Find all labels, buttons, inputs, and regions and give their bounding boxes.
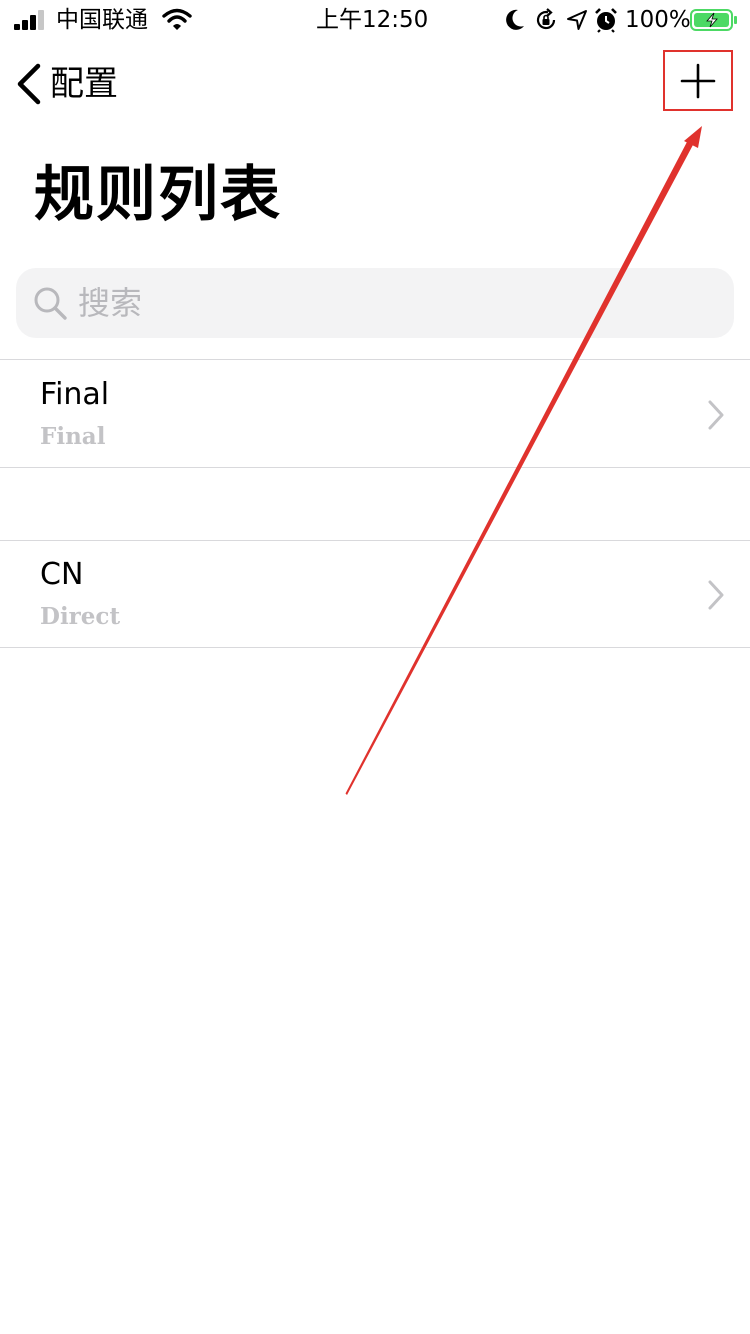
carrier-name: 中国联通 <box>56 7 148 33</box>
rule-name: CN <box>40 557 84 592</box>
page-title: 规则列表 <box>34 160 282 230</box>
list-divider <box>0 467 750 468</box>
plus-icon <box>680 63 716 98</box>
list-divider <box>0 359 750 360</box>
rule-row-cn[interactable]: CN Direct <box>0 541 750 647</box>
list-divider <box>0 647 750 648</box>
wifi-icon <box>162 8 192 30</box>
signal-icon <box>14 10 44 30</box>
moon-icon <box>506 9 524 30</box>
battery-percentage: 100% <box>625 7 691 33</box>
chevron-left-icon <box>17 63 41 105</box>
rule-name: Final <box>40 377 110 412</box>
back-button-label: 配置 <box>50 64 118 104</box>
chevron-right-icon <box>708 400 724 430</box>
chevron-right-icon <box>708 580 724 610</box>
search-bar[interactable] <box>16 268 734 338</box>
alarm-icon <box>595 8 617 33</box>
battery-charging-icon <box>690 9 737 31</box>
rule-policy: Direct <box>40 603 121 630</box>
status-bar: 中国联通 上午12:50 100% <box>0 0 750 40</box>
status-time: 上午12:50 <box>316 7 429 33</box>
search-icon <box>34 287 67 320</box>
search-input[interactable] <box>78 284 678 322</box>
orientation-lock-icon <box>536 8 556 30</box>
add-rule-button[interactable] <box>663 50 733 111</box>
rule-row-final[interactable]: Final Final <box>0 361 750 467</box>
rule-policy: Final <box>40 423 106 450</box>
location-icon <box>567 10 587 30</box>
back-button[interactable]: 配置 <box>14 58 134 110</box>
